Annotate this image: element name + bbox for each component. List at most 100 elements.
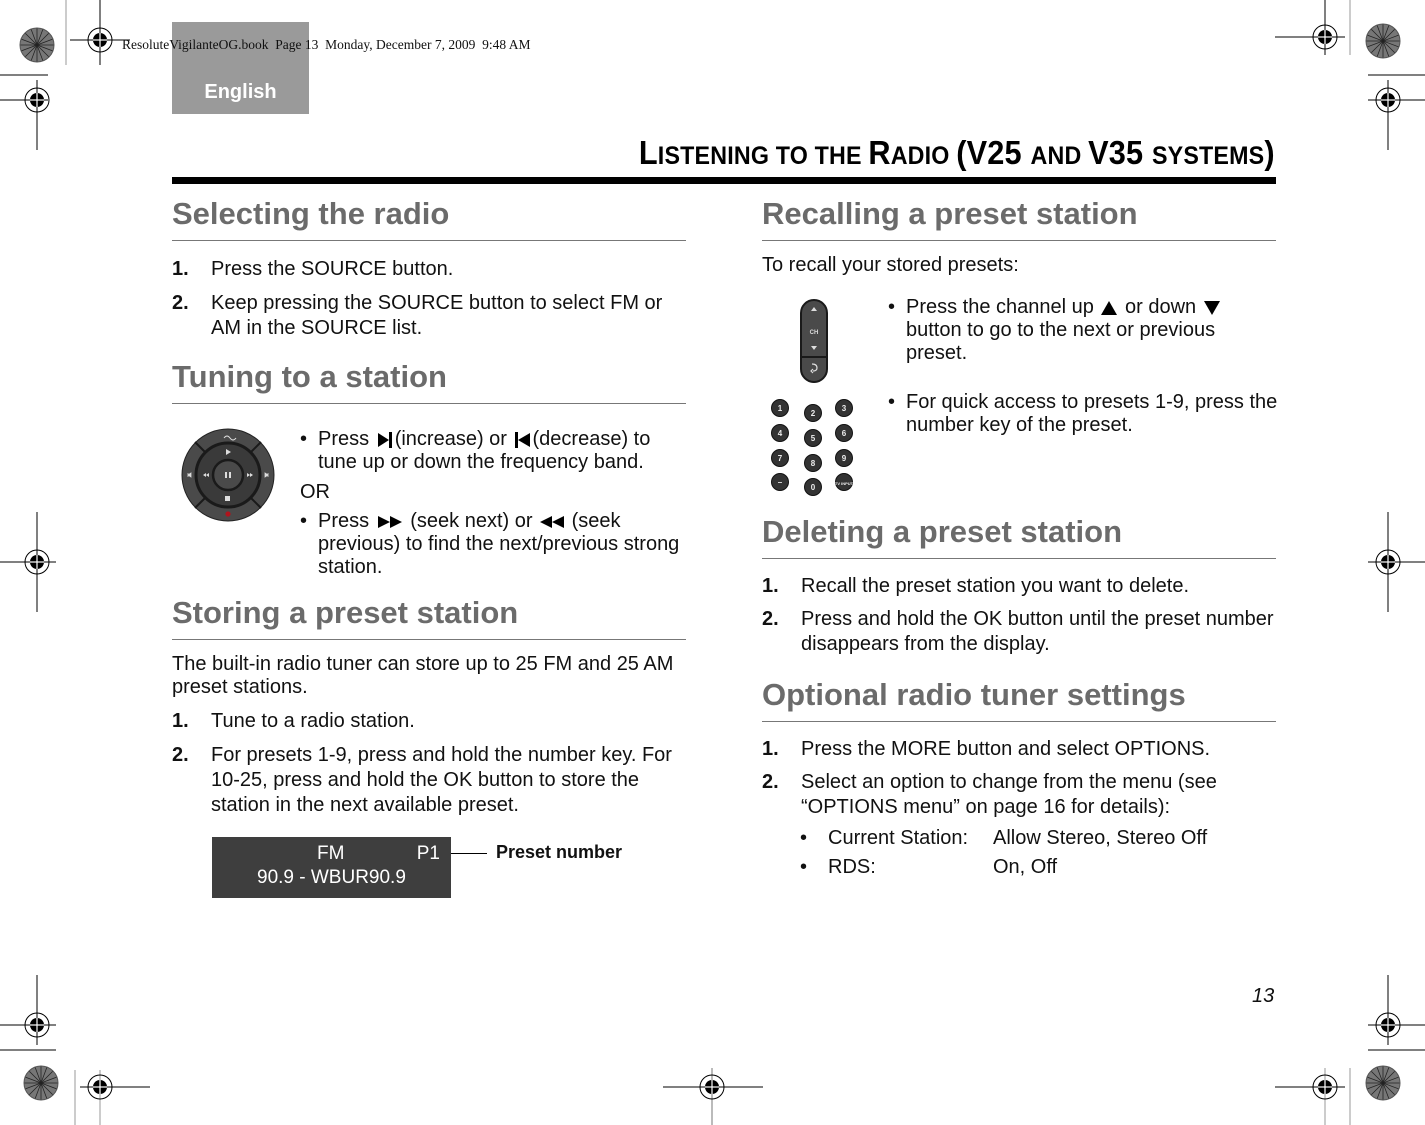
- pause-icon: [225, 472, 227, 478]
- title-part: V35: [1088, 134, 1153, 171]
- intro-text: To recall your stored presets:: [762, 254, 1019, 276]
- recall-instructions: Press the channel up or down button to g…: [888, 296, 1278, 437]
- step-item: 2. Keep pressing the SOURCE button to se…: [172, 291, 686, 341]
- step-item: 1. Recall the preset station you want to…: [762, 574, 1276, 599]
- section-heading: Storing a preset station: [172, 595, 686, 640]
- keypad-key: 7: [771, 449, 789, 467]
- section-heading: Deleting a preset station: [762, 514, 1276, 559]
- keypad-key: 1: [771, 399, 789, 417]
- keypad-key-label: –: [778, 478, 783, 487]
- keypad-key: 0: [804, 478, 822, 496]
- title-part: L: [639, 134, 659, 171]
- option-values: Allow Stereo, Stereo Off: [993, 827, 1208, 849]
- option-values: On, Off: [993, 856, 1058, 878]
- fast-forward-icon: [377, 515, 402, 528]
- option-key: RDS:: [828, 856, 876, 878]
- step-text: Press the MORE button and select OPTIONS…: [801, 738, 1211, 760]
- page-number: 13: [1252, 985, 1275, 1007]
- rewind-icon: [540, 515, 565, 528]
- star-target-top-right: [1365, 23, 1401, 59]
- step-number: 2.: [172, 292, 189, 314]
- option-row: • Current Station: Allow Stereo, Stereo …: [762, 824, 1276, 853]
- step-item: 2. Press and hold the OK button until th…: [762, 607, 1276, 657]
- title-part: AND: [1030, 142, 1089, 170]
- keypad-key-label: 5: [811, 434, 816, 443]
- skip-previous-icon: [514, 431, 530, 448]
- bullet-item: Press (increase) or (decrease) to tune u…: [300, 428, 680, 474]
- step-number: 2.: [172, 744, 189, 766]
- section-storing-preset: Storing a preset station The built-in ra…: [172, 595, 686, 818]
- radio-display-illustration: FM P1 90.9 - WBUR90.9: [212, 837, 451, 898]
- option-key: Current Station:: [828, 827, 969, 849]
- title-part: ISTENING TO THE: [658, 142, 869, 170]
- language-tab: English: [172, 22, 309, 114]
- step-text: Press the SOURCE button.: [211, 258, 454, 280]
- title-part: SYSTEMS: [1152, 142, 1265, 170]
- step-text: For presets 1-9, press and hold the numb…: [211, 744, 672, 816]
- star-target-top-left: [19, 27, 55, 63]
- keypad-key-label: 8: [811, 459, 816, 468]
- channel-up-icon: [1101, 300, 1118, 315]
- display-station: 90.9 - WBUR90.9: [257, 867, 406, 888]
- keypad-key-label: 3: [842, 404, 847, 413]
- channel-rocker-illustration: CH: [800, 299, 828, 383]
- step-text: Tune to a radio station.: [211, 710, 415, 732]
- section-optional-settings: Optional radio tuner settings 1. Press t…: [762, 677, 1276, 882]
- keypad-key: 6: [835, 424, 853, 442]
- channel-label: CH: [810, 330, 819, 336]
- step-item: 1. Press the MORE button and select OPTI…: [762, 737, 1276, 762]
- callout-label: Preset number: [496, 842, 623, 862]
- step-number: 1.: [762, 738, 779, 760]
- or-label: OR: [300, 481, 330, 503]
- step-text: Press and hold the OK button until the p…: [801, 608, 1274, 655]
- section-recalling-preset: Recalling a preset station To recall you…: [762, 196, 1276, 277]
- display-preset-number: P1: [416, 843, 440, 864]
- title-part: R: [868, 134, 891, 171]
- step-item: 1. Press the SOURCE button.: [172, 257, 686, 282]
- option-row: • RDS: On, Off: [762, 853, 1276, 882]
- step-item: 1. Tune to a radio station.: [172, 709, 686, 734]
- step-item: 2. For presets 1-9, press and hold the n…: [172, 743, 686, 818]
- step-number: 2.: [762, 608, 779, 630]
- tuning-instructions: Press (increase) or (decrease) to tune u…: [300, 428, 680, 579]
- keypad-key-label: 1: [778, 404, 783, 413]
- keypad-key-label: TV INPUT: [835, 481, 854, 486]
- step-number: 1.: [172, 258, 189, 280]
- title-part: (V25: [956, 134, 1031, 171]
- keypad-key: TV INPUT: [835, 473, 854, 491]
- step-item: 2. Select an option to change from the m…: [762, 770, 1276, 820]
- keypad-key-label: 7: [778, 454, 783, 463]
- section-selecting-radio: Selecting the radio 1. Press the SOURCE …: [172, 196, 686, 341]
- section-deleting-preset: Deleting a preset station 1. Recall the …: [762, 514, 1276, 657]
- step-number: 1.: [172, 710, 189, 732]
- keypad-key-label: 0: [811, 483, 816, 492]
- stop-icon: [225, 496, 230, 501]
- keypad-key: 9: [835, 449, 853, 467]
- bullet-item: Press the channel up or down button to g…: [888, 296, 1278, 365]
- channel-down-icon: [1203, 300, 1220, 315]
- page-title: LISTENING TO THE RADIO (V25 AND V35 SYST…: [639, 134, 1275, 172]
- keypad-key-label: 2: [811, 409, 816, 418]
- step-text: Keep pressing the SOURCE button to selec…: [211, 292, 663, 339]
- keypad-key: 8: [804, 454, 822, 472]
- keypad-key-label: 9: [842, 454, 847, 463]
- title-part: ADIO: [890, 142, 957, 170]
- keypad-key: 5: [804, 429, 822, 447]
- title-rule: [172, 177, 1276, 184]
- step-text: Select an option to change from the menu…: [801, 771, 1217, 818]
- keypad-key-label: 6: [842, 429, 847, 438]
- keypad-key: –: [771, 473, 789, 491]
- star-target-bottom-right: [1365, 1065, 1401, 1101]
- section-heading: Tuning to a station: [172, 359, 686, 404]
- section-heading: Recalling a preset station: [762, 196, 1276, 241]
- keypad-key: 2: [804, 404, 822, 422]
- step-number: 2.: [762, 771, 779, 793]
- section-heading: Optional radio tuner settings: [762, 677, 1276, 722]
- keypad-key: 4: [771, 424, 789, 442]
- star-target-bottom-left: [23, 1065, 59, 1101]
- title-part: ): [1264, 134, 1275, 171]
- display-band: FM: [317, 843, 345, 864]
- skip-next-icon: [377, 431, 392, 448]
- remote-nav-pad-illustration: [181, 428, 275, 522]
- bullet-item: For quick access to presets 1-9, press t…: [888, 391, 1278, 437]
